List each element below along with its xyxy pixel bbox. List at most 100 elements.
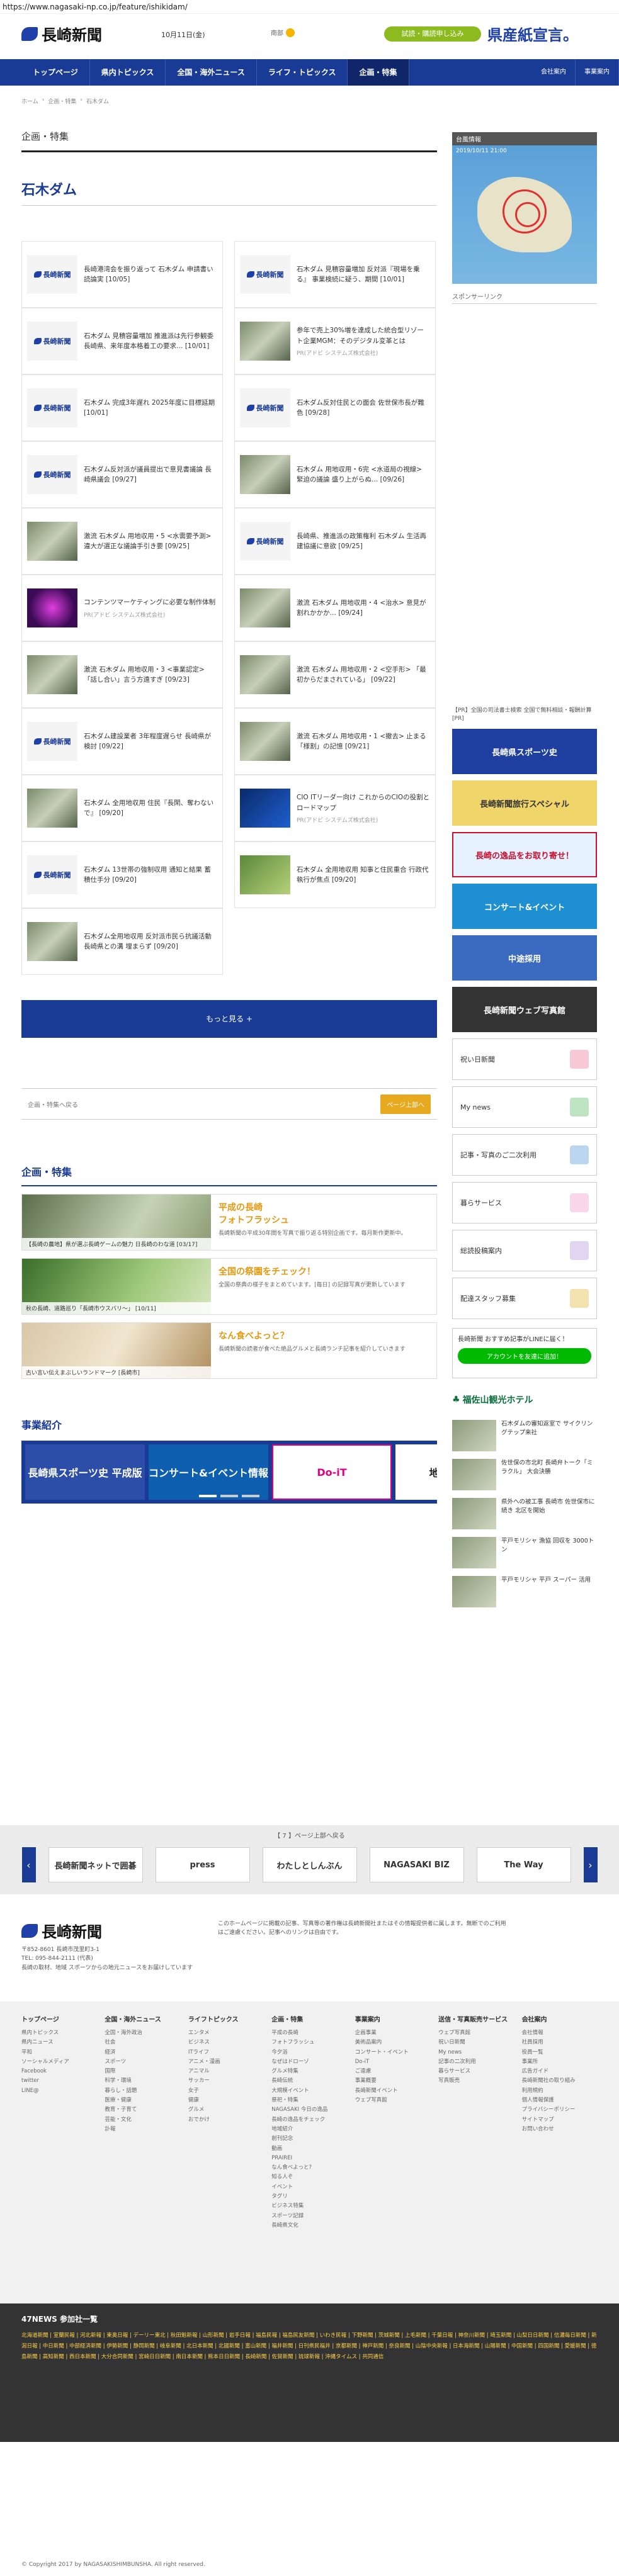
slider-dot[interactable] (199, 1495, 217, 1497)
footer-link[interactable]: 地域紹介 (271, 2125, 347, 2134)
footer-link[interactable]: 長崎県文化 (271, 2221, 347, 2230)
article-thumbnail[interactable] (27, 789, 77, 828)
footer-link[interactable]: 社会 (105, 2038, 180, 2047)
article-thumbnail[interactable]: 長崎新聞 (27, 388, 77, 427)
article-title[interactable]: 参年で売上30%増を達成した統合型リゾート企業MGM：そのデジタル変革とは (297, 325, 430, 346)
footer-link[interactable]: 今夕浴 (271, 2048, 347, 2057)
article-thumbnail[interactable] (240, 722, 290, 761)
footer-link[interactable]: 暮らサービス (438, 2067, 514, 2076)
footer-link[interactable]: サイトマップ (522, 2115, 598, 2125)
slider-dot[interactable] (242, 1495, 259, 1497)
article-card[interactable]: 長崎新聞 石木ダム 見積容量増加 推進派は先行参観委 長崎県、来年度本格着工の要求… (21, 308, 223, 374)
article-card[interactable]: 石木ダム 用地収用・6完 <水道局の視線> 緊迫の議論 盛り上がらぬ… [09/… (234, 441, 436, 508)
footer-link[interactable]: 医療・健康 (105, 2096, 180, 2105)
feature-title[interactable]: 平成の長崎 フォトフラッシュ (219, 1201, 407, 1226)
footer-link[interactable]: 社員採用 (522, 2038, 598, 2047)
nav-top[interactable]: トップページ (21, 59, 90, 86)
partner-logo[interactable]: NAGASAKI BIZ (369, 1847, 464, 1882)
sidebar-news-thumbnail[interactable] (452, 1459, 496, 1491)
feature-image[interactable]: 【長崎の農地】県が選ぶ長崎ゲームの魅力 日長崎のわな道 [03/17] (22, 1195, 211, 1250)
footer-link[interactable]: My news (438, 2048, 514, 2057)
business-card[interactable]: コンサート&イベント情報 (149, 1444, 268, 1500)
article-thumbnail[interactable]: 長崎新聞 (240, 522, 290, 561)
nav-life-topics[interactable]: ライフ・トピックス (257, 59, 348, 86)
footer-link[interactable]: 美術品案内 (355, 2038, 431, 2047)
article-card[interactable]: 激流 石木ダム 用地収用・1 <撤去> 止まる「様割」の記憶 [09/21] (234, 708, 436, 775)
footer-link[interactable]: Facebook (21, 2067, 97, 2076)
footer-column-title[interactable]: ライフトピックス (188, 2014, 264, 2023)
sidebar-pr-link[interactable]: 【PR】全国の司法書士検索 全国で無料相談・報酬計算 [PR] (452, 707, 597, 723)
article-card[interactable]: 激流 石木ダム 用地収用・5 <水需要予測> 違大が選正な議論手引き要 [09/… (21, 508, 223, 575)
article-thumbnail[interactable] (27, 922, 77, 961)
footer-link[interactable]: 芸能・文化 (105, 2115, 180, 2125)
page-top-button[interactable]: ページ上部へ (380, 1094, 431, 1114)
side-button-celebration[interactable]: 祝い日新聞 (452, 1038, 597, 1081)
article-title[interactable]: 石木ダム 完成3年遅れ 2025年度に目標延期 [10/01] (84, 398, 217, 419)
footer-link[interactable]: グルメ (188, 2105, 264, 2115)
partner-logo[interactable]: 長崎新聞ネットで囲碁 (48, 1847, 143, 1882)
article-thumbnail[interactable] (27, 522, 77, 561)
footer-link[interactable]: 国際 (105, 2067, 180, 2076)
footer-link[interactable]: 全国・海外政治 (105, 2028, 180, 2038)
article-title[interactable]: 激流 石木ダム 用地収用・2 <空手形> 「最初からだまされている」 [09/2… (297, 665, 430, 685)
sidebar-news-thumbnail[interactable] (452, 1576, 496, 1608)
side-button-my-news[interactable]: My news (452, 1086, 597, 1128)
article-title[interactable]: 激流 石木ダム 用地収用・5 <水需要予測> 違大が選正な議論手引き要 [09/… (84, 531, 217, 552)
footer-link[interactable]: ご遠慮 (355, 2067, 431, 2076)
footer-column-title[interactable]: 全国・海外ニュース (105, 2014, 180, 2023)
article-card[interactable]: 激流 石木ダム 用地収用・4 <治水> 意見が割れかかか… [09/24] (234, 575, 436, 641)
footer-link[interactable]: 動画 (271, 2144, 347, 2154)
sidebar-news-item[interactable]: 平戸モリシャ 漁協 回収を 3000トン (452, 1537, 597, 1569)
article-thumbnail[interactable] (240, 588, 290, 627)
footer-column-title[interactable]: 会社案内 (522, 2014, 598, 2023)
article-thumbnail[interactable]: 長崎新聞 (27, 322, 77, 361)
footer-column-title[interactable]: 企画・特集 (271, 2014, 347, 2023)
article-title[interactable]: 石木ダム 見積容量増加 反対派『現場を乗る』 事業検続に疑う、期間 [10/01… (297, 264, 430, 285)
footer-link[interactable]: 長崎新聞社の取り組み (522, 2076, 598, 2086)
article-thumbnail[interactable]: 長崎新聞 (240, 388, 290, 427)
footer-link[interactable]: 写真販売 (438, 2076, 514, 2086)
footer-link[interactable]: 長崎新聞イベント (355, 2086, 431, 2096)
feature-image[interactable]: 秋の長崎、道路巡り「長崎市ウスバリ～」 [10/11] (22, 1259, 211, 1314)
footer-link[interactable]: 事業所 (522, 2057, 598, 2067)
side-button-submission[interactable]: 総読投稿案内 (452, 1230, 597, 1272)
typhoon-map[interactable]: 2019/10/11 21:00 (452, 145, 597, 284)
banner-local-goods[interactable]: 長崎の逸品をお取り寄せ！ (452, 832, 597, 878)
article-thumbnail[interactable]: 長崎新聞 (27, 455, 77, 494)
article-card[interactable]: コンテンツマーケティングに必要な制作体制 PR(アドビ システムズ株式会社) (21, 575, 223, 641)
banner-recruit[interactable]: 中途採用 (452, 935, 597, 981)
article-title[interactable]: 石木ダム反対派が議員提出で意見書議論 長崎県議会 [09/27] (84, 464, 217, 485)
nav-company[interactable]: 会社案内 (532, 59, 576, 86)
load-more-button[interactable]: もっと見る + (21, 1000, 437, 1038)
article-card[interactable]: 長崎新聞 石木ダム 見積容量増加 反対派『現場を乗る』 事業検続に疑う、期間 [1… (234, 241, 436, 308)
footer-link[interactable]: 創刊記念 (271, 2134, 347, 2144)
article-title[interactable]: 石木ダム建設業者 3年程度遅らせ 長崎県が検討 [09/22] (84, 731, 217, 752)
article-title[interactable]: 石木ダム反対住民との面会 佐世保市長が難色 [09/28] (297, 398, 430, 419)
sidebar-news-title[interactable]: 佐世保の市北町 長崎弁トーク「ミラクル」 大会決勝 (501, 1459, 597, 1477)
footer-link[interactable]: アニメ・漫画 (188, 2057, 264, 2067)
slider-dot[interactable] (220, 1495, 238, 1497)
article-card[interactable]: 長崎新聞 長崎県、推進派の政策権利 石木ダム 生活再建協議に意欲 [09/25] (234, 508, 436, 575)
article-thumbnail[interactable] (27, 655, 77, 694)
footer-link[interactable]: アニマル (188, 2067, 264, 2076)
article-thumbnail[interactable] (240, 789, 290, 828)
footer-link[interactable]: twitter (21, 2076, 97, 2086)
article-thumbnail[interactable] (27, 588, 77, 627)
sidebar-news-item[interactable]: 県外への被工事 長崎市 佐世保市に続き 北区を開始 (452, 1498, 597, 1530)
article-card[interactable]: 長崎新聞 石木ダム建設業者 3年程度遅らせ 長崎県が検討 [09/22] (21, 708, 223, 775)
article-card[interactable]: 石木ダム 全用地収用 知事と住民重合 行政代執行が焦点 [09/20] (234, 841, 436, 908)
sidebar-news-item[interactable]: 佐世保の市北町 長崎弁トーク「ミラクル」 大会決勝 (452, 1459, 597, 1491)
breadcrumb-features[interactable]: 企画・特集 (48, 97, 76, 105)
footer-link[interactable]: Do-iT (355, 2057, 431, 2067)
feature-title[interactable]: なん食べよっと？ (219, 1329, 406, 1342)
breadcrumb-home[interactable]: ホーム (21, 97, 38, 105)
article-title[interactable]: 石木ダム 全用地収用 知事と住民重合 行政代執行が焦点 [09/20] (297, 865, 430, 886)
footer-link[interactable]: イベント (271, 2183, 347, 2192)
nav-national-news[interactable]: 全国・海外ニュース (166, 59, 257, 86)
footer-link[interactable]: 長崎の逸品をチェック (271, 2115, 347, 2125)
footer-link[interactable]: なぜはドローゾ (271, 2057, 347, 2067)
footer-link[interactable]: お問い合わせ (522, 2125, 598, 2134)
footer-link[interactable]: スポーツ (105, 2057, 180, 2067)
footer-link[interactable]: 大規模イベント (271, 2086, 347, 2096)
footer-link[interactable]: 個人情報保護 (522, 2096, 598, 2105)
